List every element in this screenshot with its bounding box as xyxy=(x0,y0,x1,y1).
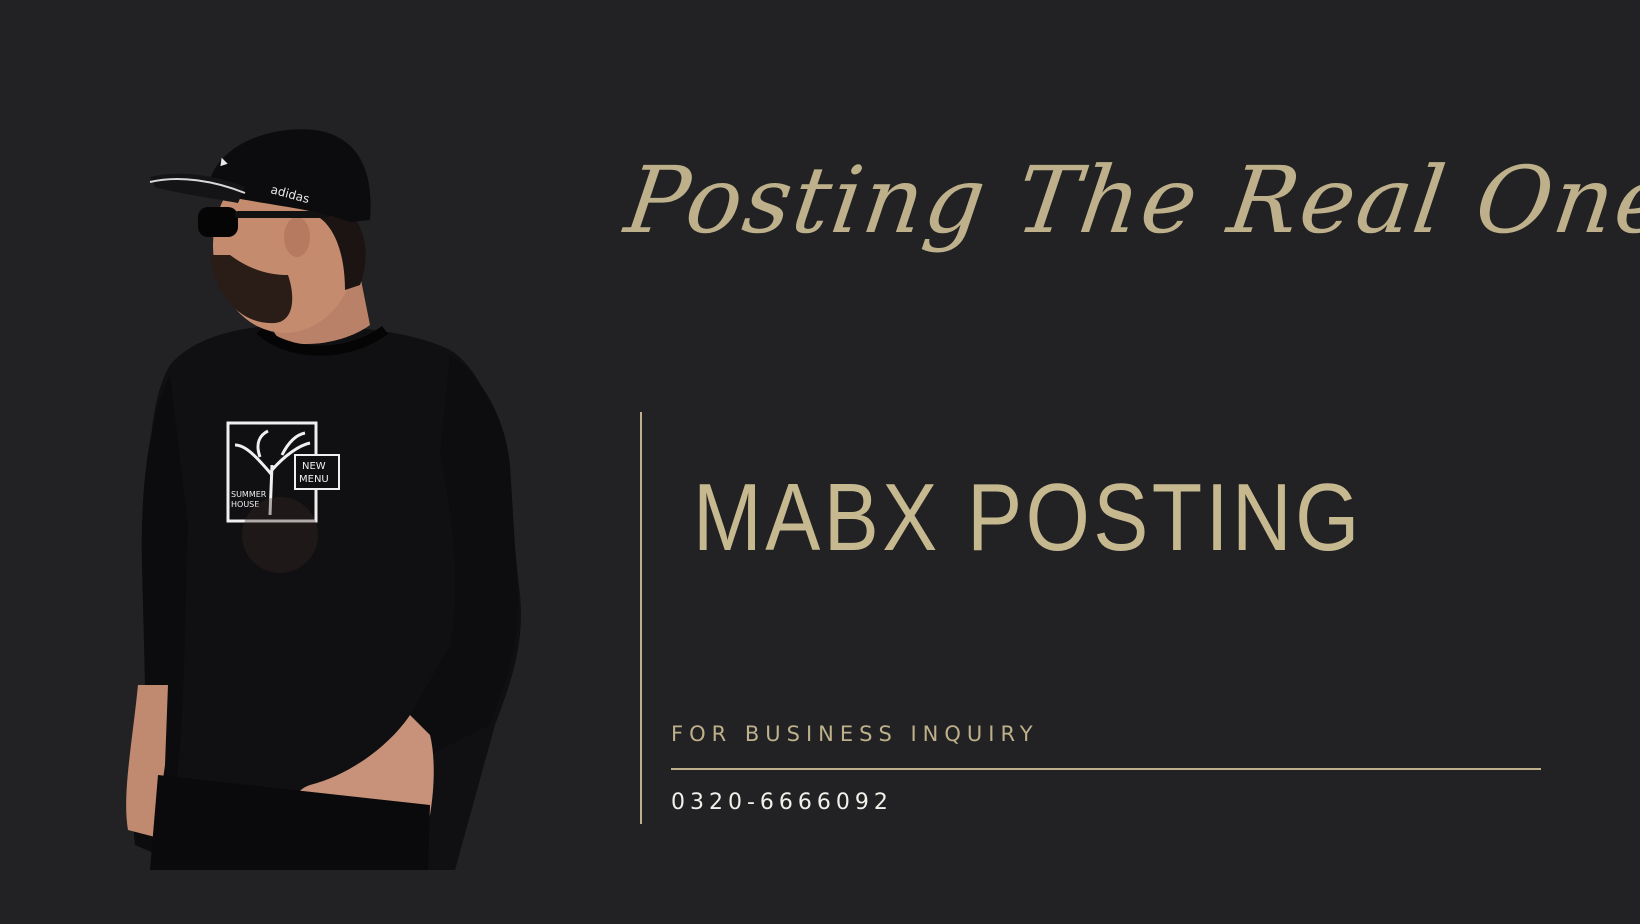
svg-text:NEW: NEW xyxy=(302,461,326,472)
phone-number: 0320-6666092 xyxy=(671,790,893,815)
business-inquiry-label: FOR BUSINESS INQUIRY xyxy=(671,722,1039,746)
vertical-divider xyxy=(640,412,642,824)
script-headline: Posting The Real One xyxy=(619,147,1640,254)
svg-text:MENU: MENU xyxy=(299,474,329,485)
svg-text:SUMMER: SUMMER xyxy=(231,490,267,499)
person-photo: ▲ adidas NEW MENU SUMMER HOUSE xyxy=(110,125,550,870)
poster-canvas: ▲ adidas NEW MENU SUMMER HOUSE Posting T… xyxy=(0,0,1640,924)
horizontal-divider xyxy=(671,768,1541,770)
brand-name: MABX POSTING xyxy=(693,464,1363,571)
